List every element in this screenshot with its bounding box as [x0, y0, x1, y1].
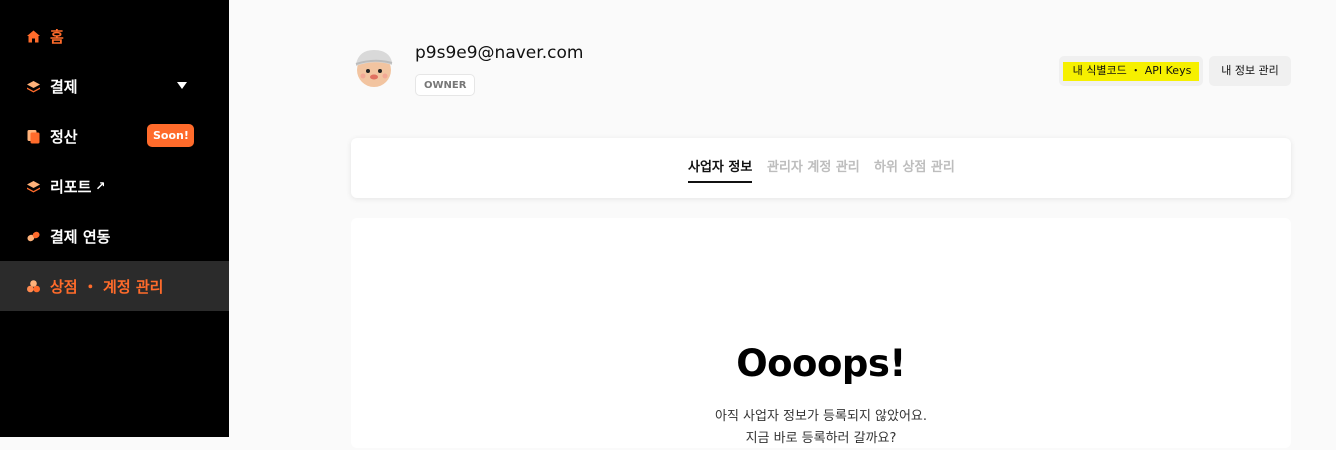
tab-sub-stores[interactable]: 하위 상점 관리 — [874, 156, 955, 183]
sidebar-item-settlement[interactable]: 정산 Soon! — [0, 111, 229, 161]
api-keys-label: 내 식별코드 ・ API Keys — [1062, 62, 1200, 81]
role-badge: OWNER — [415, 74, 476, 96]
home-icon — [26, 29, 41, 44]
sidebar-item-report[interactable]: 리포트 ↗ — [0, 161, 229, 211]
sidebar-item-payment[interactable]: 결제 — [0, 61, 229, 111]
user-email: p9s9e9@naver.com — [415, 43, 584, 63]
tab-bar: 사업자 정보 관리자 계정 관리 하위 상점 관리 — [351, 138, 1291, 198]
api-keys-button[interactable]: 내 식별코드 ・ API Keys — [1059, 56, 1203, 86]
sidebar-item-label: 결제 — [50, 77, 78, 96]
sidebar-item-home[interactable]: 홈 — [0, 11, 229, 61]
sidebar-item-label: 결제 연동 — [50, 227, 111, 246]
empty-state-line-2: 지금 바로 등록하러 갈까요? — [745, 431, 897, 446]
soon-badge: Soon! — [147, 124, 194, 147]
my-info-button[interactable]: 내 정보 관리 — [1209, 56, 1291, 86]
external-link-icon: ↗ — [95, 179, 106, 193]
empty-state-line-1: 아직 사업자 정보가 등록되지 않았어요. — [714, 409, 928, 424]
layers-icon — [26, 79, 41, 94]
pill-icon — [26, 229, 41, 244]
chevron-down-icon — [177, 82, 187, 89]
store-icon — [26, 279, 41, 294]
sidebar-item-label: 홈 — [50, 27, 64, 46]
sidebar-item-integration[interactable]: 결제 연동 — [0, 211, 229, 261]
layers-icon — [26, 179, 41, 194]
sidebar-item-store-account[interactable]: 상점 ・ 계정 관리 — [0, 261, 229, 311]
sidebar-item-label: 리포트 — [50, 177, 92, 196]
sidebar-item-label: 상점 ・ 계정 관리 — [50, 277, 164, 296]
sidebar: 홈 결제 정산 Soon! 리포트 ↗ 결제 연동 상점 ・ 계정 관리 — [0, 0, 229, 437]
empty-state-title: Oooops! — [736, 342, 906, 385]
avatar — [351, 44, 397, 90]
tab-business-info[interactable]: 사업자 정보 — [688, 156, 753, 183]
documents-icon — [26, 129, 41, 144]
empty-state-message: 아직 사업자 정보가 등록되지 않았어요. 지금 바로 등록하러 갈까요? — [351, 406, 1291, 450]
sidebar-item-label: 정산 — [50, 127, 78, 146]
empty-state-card: Oooops! 아직 사업자 정보가 등록되지 않았어요. 지금 바로 등록하러… — [351, 218, 1291, 448]
tab-admin-accounts[interactable]: 관리자 계정 관리 — [767, 156, 860, 183]
